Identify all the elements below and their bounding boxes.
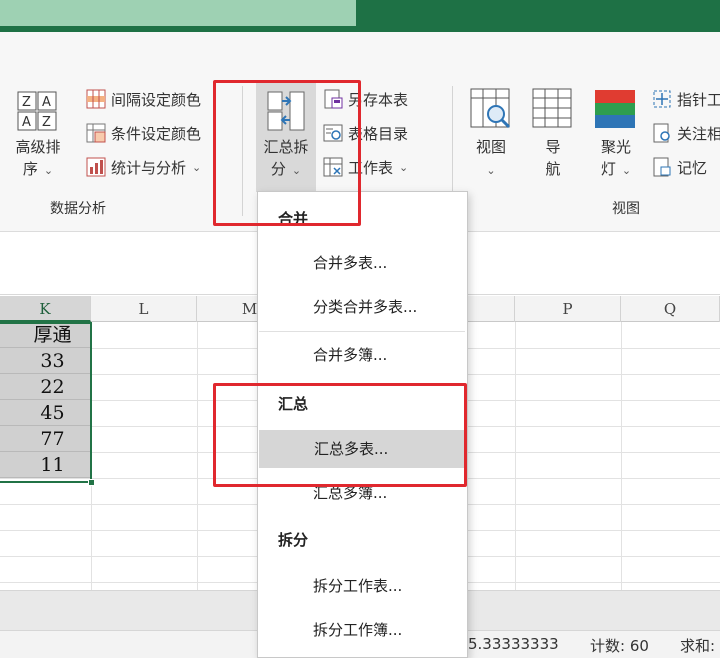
fill-handle[interactable] <box>88 479 95 486</box>
menu-item-merge-sheets[interactable]: 合并多表... <box>258 244 467 282</box>
watch-related-button[interactable]: 关注相 <box>652 120 720 146</box>
advanced-sort-button[interactable]: Z A A Z 高级排 序 ⌄ <box>4 86 72 186</box>
menu-item-merge-workbooks[interactable]: 合并多簿... <box>258 336 467 374</box>
save-copy-icon <box>323 89 343 109</box>
view-magnify-icon <box>470 88 511 129</box>
group-label-view: 视图 <box>612 201 640 217</box>
group-label-data-analysis: 数据分析 <box>50 201 106 217</box>
title-bar <box>0 0 720 32</box>
summary-split-button[interactable]: 汇总拆 分 ⌄ <box>256 80 316 192</box>
chevron-down-icon: ⌄ <box>486 164 496 177</box>
chevron-down-icon: ⌄ <box>291 164 302 177</box>
menu-heading-split: 拆分 <box>278 531 309 549</box>
menu-item-split-workbook[interactable]: 拆分工作簿... <box>258 611 467 649</box>
navigation-label-1: 导 <box>545 138 561 156</box>
summary-split-menu: 合并 合并多表... 分类合并多表... 合并多簿... 汇总 汇总多表... … <box>257 191 468 658</box>
crosshair-icon <box>652 89 672 109</box>
spotlight-icon <box>595 90 635 128</box>
worksheet-label: 工作表 <box>348 158 394 177</box>
cell-k-value[interactable]: 33 <box>0 348 91 374</box>
table-toc-icon <box>323 123 343 143</box>
sort-az-icon: Z A A Z <box>17 91 57 131</box>
group-divider <box>242 86 243 216</box>
chevron-down-icon: ⌄ <box>399 160 409 174</box>
stats-icon <box>86 157 106 177</box>
save-sheet-as-button[interactable]: 另存本表 <box>323 86 408 112</box>
navigation-label-2: 航 <box>545 160 561 178</box>
merge-split-icon <box>267 91 305 131</box>
menu-item-summary-workbooks[interactable]: 汇总多簿... <box>258 474 467 512</box>
advanced-sort-label-2: 序 ⌄ <box>22 160 54 178</box>
watch-icon <box>652 123 672 143</box>
navigation-grid-icon <box>532 88 572 128</box>
worksheet-icon <box>323 157 343 177</box>
chevron-down-icon: ⌄ <box>43 164 54 177</box>
svg-text:Z: Z <box>42 115 51 130</box>
stats-analysis-button[interactable]: 统计与分析 ⌄ <box>86 154 201 180</box>
cell-k-value[interactable]: 77 <box>0 426 91 452</box>
pointer-tool-label: 指针工 <box>677 90 720 109</box>
cell-k-header[interactable]: 厚通 <box>0 322 91 348</box>
advanced-sort-label-1: 高级排 <box>15 138 61 156</box>
column-header-k[interactable]: K <box>0 296 91 322</box>
column-header-l[interactable]: L <box>91 296 197 322</box>
memory-icon <box>652 157 672 177</box>
status-count: 计数: 60 <box>590 637 649 655</box>
table-toc-button[interactable]: 表格目录 <box>323 120 408 146</box>
condition-color-button[interactable]: 条件设定颜色 <box>86 120 201 146</box>
summary-split-label-2: 分 ⌄ <box>270 160 302 178</box>
table-toc-label: 表格目录 <box>348 124 409 143</box>
cell-k-value[interactable]: 22 <box>0 374 91 400</box>
status-average: 5.33333333 <box>468 635 559 653</box>
interval-color-button[interactable]: 间隔设定颜色 <box>86 86 201 112</box>
summary-split-label-1: 汇总拆 <box>263 138 309 156</box>
grid-line <box>515 322 516 590</box>
menu-separator <box>259 331 465 332</box>
cell-k-value[interactable]: 45 <box>0 400 91 426</box>
svg-text:Z: Z <box>22 95 31 110</box>
menu-heading-merge: 合并 <box>278 210 309 228</box>
navigation-button[interactable]: 导 航 <box>530 86 576 196</box>
condition-color-label: 条件设定颜色 <box>111 124 202 143</box>
svg-text:A: A <box>42 95 51 110</box>
view-button[interactable]: 视图 ⌄ <box>466 86 516 196</box>
column-header-q[interactable]: Q <box>621 296 720 322</box>
watch-related-label: 关注相 <box>677 124 720 143</box>
table-color-icon <box>86 89 106 109</box>
memory-button[interactable]: 记忆 <box>652 154 707 180</box>
status-sum: 求和: <box>680 637 716 655</box>
column-header-p[interactable]: P <box>515 296 621 322</box>
chevron-down-icon: ⌄ <box>621 164 632 177</box>
pointer-tool-button[interactable]: 指针工 <box>652 86 720 112</box>
menu-item-split-sheet[interactable]: 拆分工作表... <box>258 567 467 605</box>
view-label: 视图 <box>475 138 506 156</box>
cell-k-value[interactable]: 11 <box>0 452 91 478</box>
interval-color-label: 间隔设定颜色 <box>111 90 202 109</box>
worksheet-button[interactable]: 工作表 ⌄ <box>323 154 408 180</box>
spotlight-label-2: 灯 ⌄ <box>600 160 632 178</box>
save-sheet-as-label: 另存本表 <box>348 90 409 109</box>
grid-line <box>91 322 92 590</box>
active-tab-strip <box>0 0 356 26</box>
memory-label: 记忆 <box>677 158 708 177</box>
menu-item-category-merge[interactable]: 分类合并多表... <box>258 288 467 326</box>
grid-line <box>197 322 198 590</box>
grid-line <box>621 322 622 590</box>
stats-analysis-label: 统计与分析 <box>111 158 187 177</box>
menu-heading-summary: 汇总 <box>278 395 309 413</box>
menu-item-summary-sheets[interactable]: 汇总多表... <box>259 430 464 468</box>
spotlight-button[interactable]: 聚光 灯 ⌄ <box>590 86 642 196</box>
svg-text:A: A <box>22 115 31 130</box>
spotlight-label-1: 聚光 <box>600 138 631 156</box>
chevron-down-icon: ⌄ <box>192 160 202 174</box>
condition-color-icon <box>86 123 106 143</box>
